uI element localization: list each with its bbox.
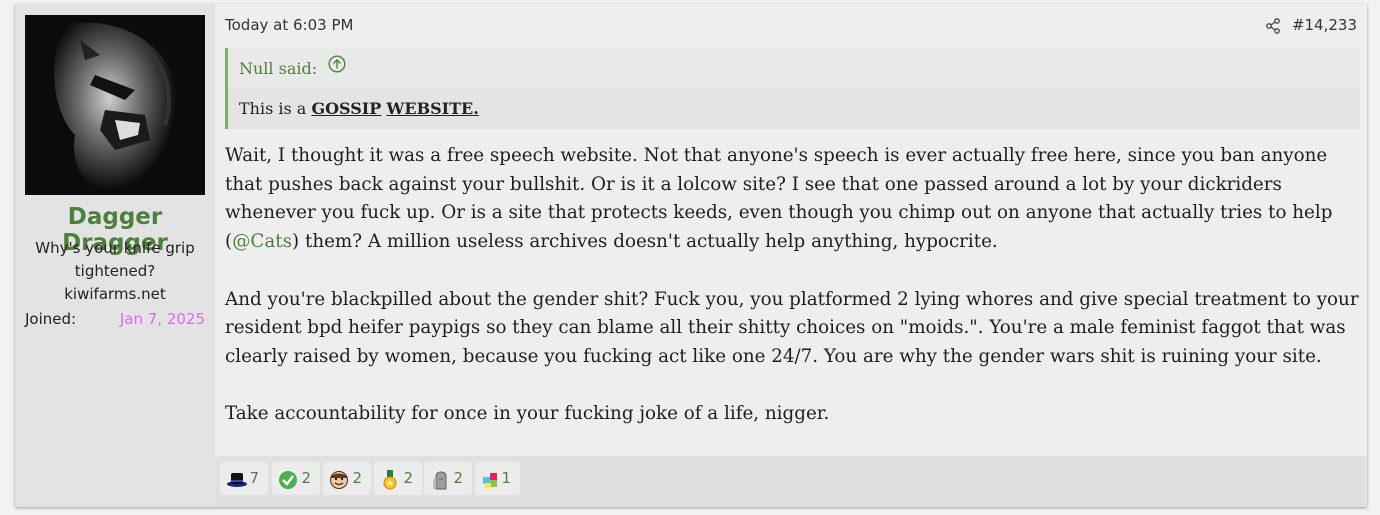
message-paragraph: And you're blackpilled about the gender … xyxy=(225,288,1359,367)
reaction-top-hat[interactable]: 7 xyxy=(220,462,268,495)
reaction-puzzle[interactable]: 1 xyxy=(475,462,520,495)
reaction-face[interactable]: 2 xyxy=(323,462,371,495)
message-body: Wait, I thought it was a free speech web… xyxy=(225,142,1361,458)
reactions-bar: 7 2 2 2 2 1 xyxy=(215,456,1367,507)
checkmark-icon xyxy=(279,471,297,489)
user-title: Why's your knife grip tightened? kiwifar… xyxy=(25,237,205,306)
joined-date: Jan 7, 2025 xyxy=(119,310,205,328)
message-paragraph: Take accountability for once in your fuc… xyxy=(225,403,830,425)
top-hat-icon xyxy=(227,473,247,487)
quote-text: This is a xyxy=(239,99,312,118)
reaction-count: 2 xyxy=(453,469,463,487)
face-icon xyxy=(330,471,348,489)
message-paragraph: Wait, I thought it was a free speech web… xyxy=(225,142,1361,257)
reaction-count: 7 xyxy=(249,469,259,487)
user-title-line: kiwifarms.net xyxy=(64,285,166,303)
reaction-count: 2 xyxy=(352,469,362,487)
post-main: Today at 6:03 PM #14,233 Null said: This… xyxy=(215,4,1367,456)
user-title-line: tightened? xyxy=(74,262,156,280)
joined-label: Joined: xyxy=(25,310,77,328)
quote-bold-word: GOSSIP xyxy=(311,99,382,118)
avatar[interactable] xyxy=(25,15,205,195)
post-container: Dagger Dragger Why's your knife grip tig… xyxy=(15,4,1367,507)
reaction-count: 2 xyxy=(403,469,413,487)
share-icon[interactable] xyxy=(1265,18,1281,34)
reaction-count: 1 xyxy=(501,469,511,487)
quote-suffix: . xyxy=(473,99,479,118)
quote-block: Null said: This is a GOSSIP WEBSITE. xyxy=(225,48,1360,129)
user-sidebar: Dagger Dragger Why's your knife grip tig… xyxy=(15,4,215,507)
avatar-image xyxy=(25,15,205,195)
message-text: ) them? A million useless archives doesn… xyxy=(292,231,998,253)
user-mention-link[interactable]: @Cats xyxy=(232,231,292,252)
quote-body: This is a GOSSIP WEBSITE. xyxy=(228,88,1360,129)
quote-bold-word: WEBSITE xyxy=(386,99,474,118)
arrow-up-circle-icon[interactable] xyxy=(328,47,346,89)
reaction-medal[interactable]: 2 xyxy=(374,462,422,495)
reaction-count: 2 xyxy=(301,469,311,487)
puzzle-icon xyxy=(483,473,497,488)
reaction-tombstone[interactable]: 2 xyxy=(424,462,472,495)
quote-author[interactable]: Null said: xyxy=(239,59,317,78)
joined-info: Joined: Jan 7, 2025 xyxy=(25,310,205,328)
quote-header: Null said: xyxy=(228,48,1360,88)
tombstone-icon xyxy=(433,471,447,490)
user-title-line: Why's your knife grip xyxy=(35,239,195,257)
medal-icon xyxy=(383,470,397,490)
post-number[interactable]: #14,233 xyxy=(1292,16,1357,34)
post-date[interactable]: Today at 6:03 PM xyxy=(225,16,353,34)
reaction-checkmark[interactable]: 2 xyxy=(272,462,320,495)
